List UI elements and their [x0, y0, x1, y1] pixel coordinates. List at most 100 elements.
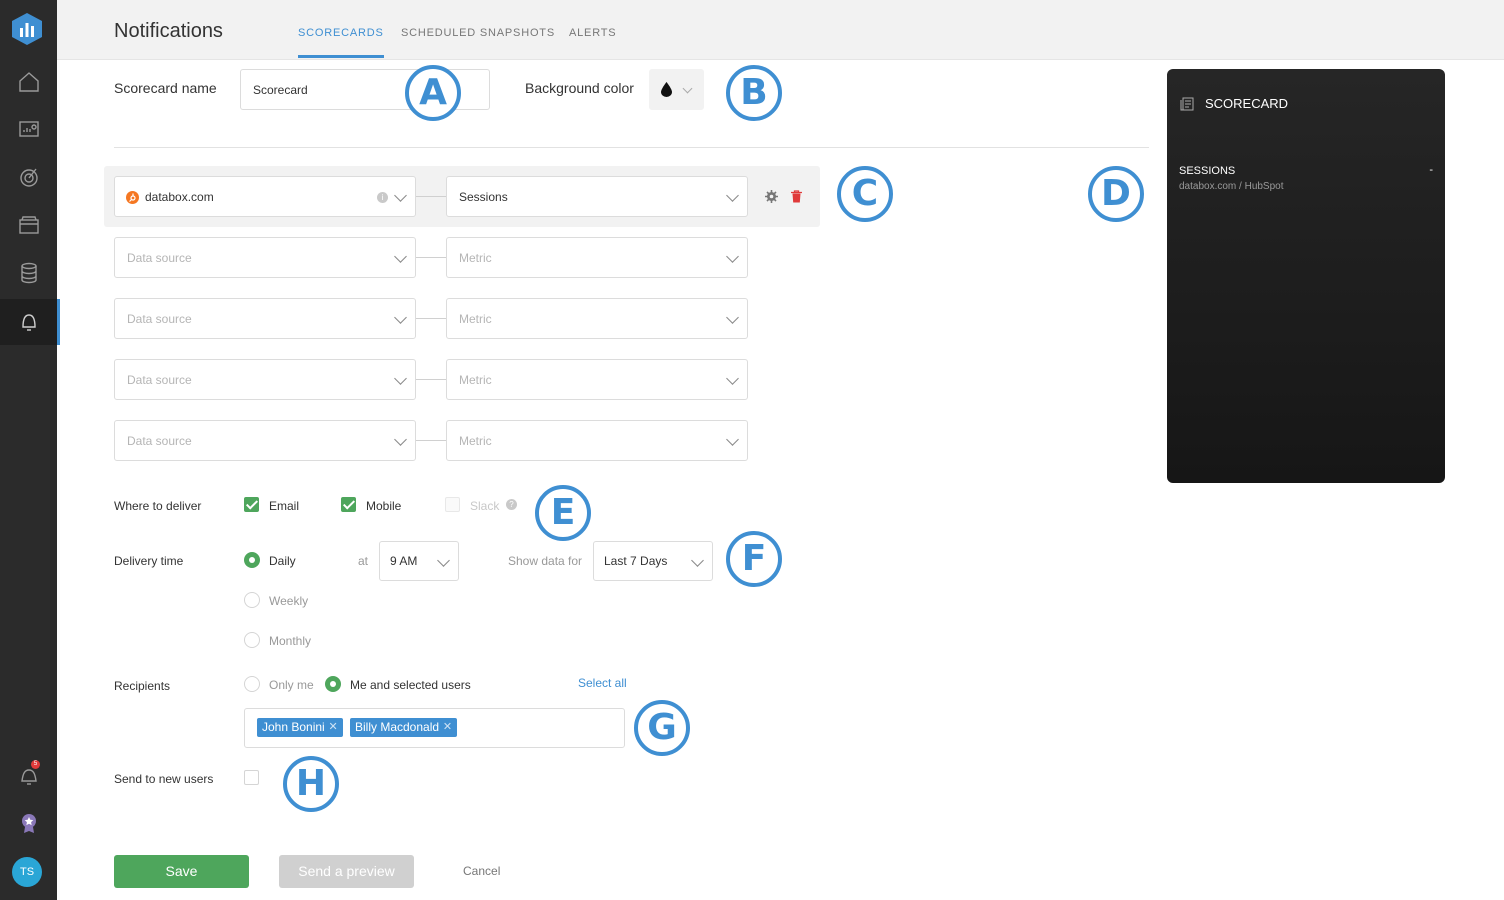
sidebar-item-achievements[interactable]	[0, 800, 57, 846]
only-me-radio[interactable]	[244, 676, 260, 692]
metric-select[interactable]: Sessions	[446, 176, 748, 217]
chevron-down-icon	[726, 250, 739, 263]
callout-badge: H	[283, 756, 339, 812]
recipient-name: John Bonini	[262, 720, 325, 734]
databox-logo-icon[interactable]	[11, 12, 43, 46]
metric-select[interactable]: Metric	[446, 298, 748, 339]
weekly-radio[interactable]	[244, 592, 260, 608]
email-checkbox[interactable]	[244, 497, 259, 512]
tab-alerts[interactable]: ALERTS	[569, 27, 616, 39]
recipients-input[interactable]: John Bonini ✕ Billy Macdonald ✕	[244, 708, 625, 748]
callout-badge: D	[1088, 166, 1144, 222]
me-and-selected-radio[interactable]	[325, 676, 341, 692]
callout-badge: G	[634, 700, 690, 756]
callout-badge: B	[726, 65, 782, 121]
chevron-down-icon	[394, 311, 407, 324]
sidebar-item-databoards[interactable]	[0, 202, 57, 248]
only-me-label: Only me	[269, 678, 314, 692]
recipients-label: Recipients	[114, 679, 171, 693]
time-value: 9 AM	[390, 554, 418, 568]
hubspot-icon	[126, 191, 139, 204]
recipient-tag: John Bonini ✕	[257, 718, 343, 737]
chevron-down-icon	[691, 554, 704, 567]
sidebar: 5 TS	[0, 0, 60, 900]
info-icon[interactable]: i	[377, 192, 388, 203]
page-title: Notifications	[114, 20, 223, 42]
mobile-label: Mobile	[366, 499, 402, 513]
chevron-down-icon	[726, 189, 739, 202]
metric-placeholder: Metric	[459, 372, 492, 387]
sidebar-item-home[interactable]	[0, 59, 57, 105]
chevron-down-icon	[394, 372, 407, 385]
scorecard-preview: SCORECARD SESSIONS databox.com / HubSpot…	[1167, 69, 1445, 483]
select-all-link[interactable]: Select all	[578, 676, 627, 690]
background-color-picker[interactable]	[649, 69, 704, 110]
data-source-select[interactable]: Data source	[114, 420, 416, 461]
color-drop-icon	[661, 82, 672, 97]
avatar[interactable]: TS	[12, 857, 42, 887]
sidebar-item-dashboards[interactable]	[0, 106, 57, 152]
date-range-value: Last 7 Days	[604, 554, 668, 568]
metric-value: Sessions	[459, 189, 508, 204]
data-source-placeholder: Data source	[127, 311, 192, 326]
send-preview-button[interactable]: Send a preview	[279, 855, 414, 888]
scorecard-icon	[1180, 97, 1194, 111]
daily-radio[interactable]	[244, 552, 260, 568]
save-button[interactable]: Save	[114, 855, 249, 888]
remove-tag-icon[interactable]: ✕	[443, 718, 452, 737]
scorecard-name-label: Scorecard name	[114, 80, 217, 96]
data-source-value: databox.com	[145, 189, 214, 204]
help-icon[interactable]: ?	[506, 499, 517, 510]
sidebar-item-notifications[interactable]	[0, 299, 60, 345]
chevron-down-icon	[682, 83, 693, 94]
row-connector	[416, 196, 446, 197]
row-connector	[416, 440, 446, 441]
data-source-select[interactable]: databox.com i	[114, 176, 416, 217]
data-source-placeholder: Data source	[127, 372, 192, 387]
at-label: at	[358, 554, 369, 568]
preview-metric-name: SESSIONS	[1179, 165, 1236, 177]
row-connector	[416, 257, 446, 258]
data-source-select[interactable]: Data source	[114, 359, 416, 400]
row-connector	[416, 318, 446, 319]
send-to-new-users-checkbox[interactable]	[244, 770, 259, 785]
dashboard-icon	[18, 121, 39, 137]
cancel-button[interactable]: Cancel	[463, 864, 500, 878]
data-source-select[interactable]: Data source	[114, 237, 416, 278]
sidebar-item-goals[interactable]	[0, 154, 57, 200]
remove-tag-icon[interactable]: ✕	[329, 718, 338, 737]
databoards-icon	[18, 216, 39, 234]
gear-icon[interactable]	[765, 190, 778, 203]
metric-select[interactable]: Metric	[446, 420, 748, 461]
tab-scorecards[interactable]: SCORECARDS	[298, 27, 384, 39]
recipient-name: Billy Macdonald	[355, 720, 440, 734]
trash-icon[interactable]	[791, 190, 802, 203]
callout-badge: A	[405, 65, 461, 121]
sidebar-item-alerts[interactable]: 5	[0, 752, 57, 798]
chevron-down-icon	[437, 554, 450, 567]
metric-placeholder: Metric	[459, 433, 492, 448]
date-range-select[interactable]: Last 7 Days	[593, 541, 713, 581]
chevron-down-icon	[726, 311, 739, 324]
goals-icon	[19, 168, 38, 187]
preview-metric-value: -	[1429, 164, 1433, 176]
sidebar-item-datasources[interactable]	[0, 250, 57, 296]
delivery-time-label: Delivery time	[114, 554, 184, 568]
where-to-deliver-label: Where to deliver	[114, 499, 202, 513]
tab-scheduled-snapshots[interactable]: SCHEDULED SNAPSHOTS	[401, 27, 555, 39]
callout-badge: C	[837, 166, 893, 222]
chevron-down-icon	[394, 189, 407, 202]
metric-placeholder: Metric	[459, 311, 492, 326]
metric-select[interactable]: Metric	[446, 359, 748, 400]
chevron-down-icon	[394, 250, 407, 263]
row-connector	[416, 379, 446, 380]
mobile-checkbox[interactable]	[341, 497, 356, 512]
data-source-select[interactable]: Data source	[114, 298, 416, 339]
monthly-radio[interactable]	[244, 632, 260, 648]
award-icon	[21, 814, 36, 833]
chevron-down-icon	[394, 433, 407, 446]
slack-checkbox[interactable]	[445, 497, 460, 512]
metric-select[interactable]: Metric	[446, 237, 748, 278]
time-select[interactable]: 9 AM	[379, 541, 459, 581]
monthly-label: Monthly	[269, 634, 312, 648]
